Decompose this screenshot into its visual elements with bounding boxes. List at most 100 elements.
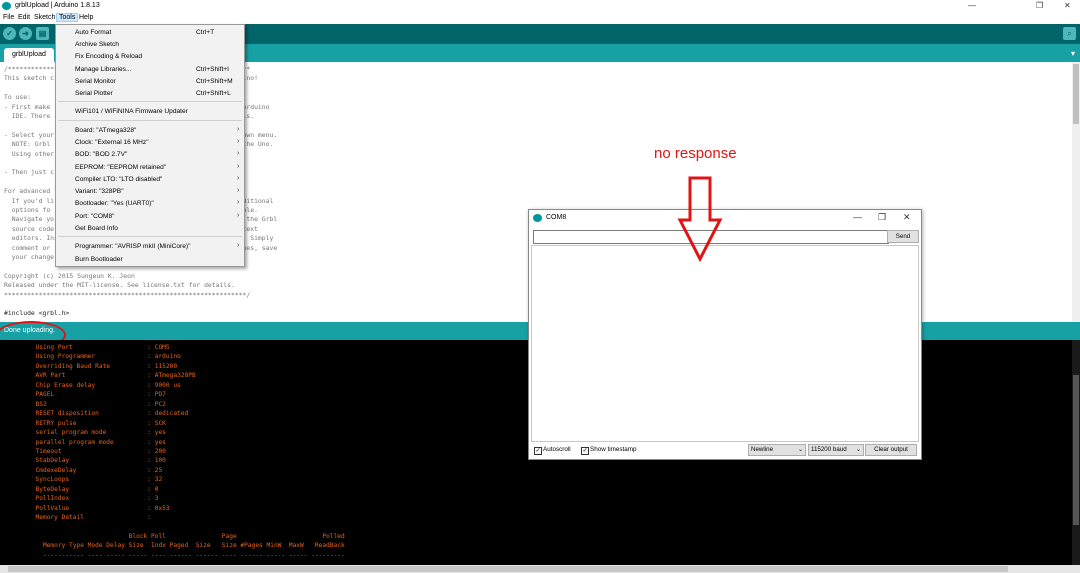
timestamp-checkbox[interactable]: ✓ <box>581 447 589 455</box>
submenu-arrow-icon: › <box>237 175 240 182</box>
menu-item-label: Manage Libraries... <box>75 66 132 73</box>
console-line: CmdexeDelay : 25 <box>2 466 163 474</box>
menu-sketch[interactable]: Sketch <box>32 13 57 22</box>
code-line: - Then just c <box>4 168 55 177</box>
arduino-logo-icon <box>2 2 11 10</box>
tools-menu-item[interactable]: Variant: "328PB" › <box>56 187 244 198</box>
console-line: Using Port : COM5 <box>2 344 170 351</box>
serial-monitor-title: COM8 <box>546 214 567 221</box>
console-line: AVR Part : ATmega328PB <box>2 372 196 380</box>
menu-item-label: Board: "ATmega328" <box>75 127 137 134</box>
tools-menu-item[interactable]: WiFi101 / WiFiNINA Firmware Updater <box>56 108 244 118</box>
autoscroll-checkbox[interactable]: ✓ <box>534 447 542 455</box>
code-line: Released under the MIT-license. See lice… <box>4 281 235 290</box>
console-line: Overriding Baud Rate : 115200 <box>2 362 178 370</box>
menu-help[interactable]: Help <box>77 13 95 22</box>
timestamp-label: Show timestamp <box>590 446 637 453</box>
tools-menu-item[interactable]: Manage Libraries... Ctrl+Shift+I <box>56 66 244 76</box>
console-line: RETRY pulse : SCK <box>2 419 166 427</box>
upload-button[interactable]: ➜ <box>19 27 32 40</box>
menu-tools[interactable]: Tools <box>56 13 79 22</box>
console-line: PollIndex : 3 <box>2 495 159 503</box>
tools-menu-item[interactable]: Compiler LTO: "LTO disabled" › <box>56 175 244 186</box>
tab-menu-icon[interactable]: ▾ <box>1071 49 1075 58</box>
menu-item-shortcut: Ctrl+Shift+L <box>196 90 231 97</box>
annotation-text: no response <box>654 145 737 162</box>
menu-item-label: Burn Bootloader <box>75 256 123 263</box>
tab-grblupload[interactable]: grblUpload <box>4 48 54 62</box>
arduino-logo-icon <box>533 214 542 222</box>
console-line: PollValue : 0x53 <box>2 504 170 512</box>
console-line: Block Poll Page Polled <box>2 533 345 540</box>
tools-menu-item[interactable]: Bootloader: "Yes (UART0)" › <box>56 199 244 210</box>
menu-item-shortcut: Ctrl+Shift+M <box>196 78 233 85</box>
serial-maximize-button[interactable]: ❐ <box>878 212 886 223</box>
menu-edit[interactable]: Edit <box>16 13 32 22</box>
window-title: grblUpload | Arduino 1.8.13 <box>15 2 100 9</box>
tools-menu: Auto Format Ctrl+T Archive Sketch Fix Encod… <box>55 24 245 267</box>
submenu-arrow-icon: › <box>237 138 240 145</box>
menu-item-label: EEPROM: "EEPROM retained" <box>75 164 167 171</box>
code-line: Copyright (c) 2015 Sungeun K. Jeon <box>4 271 135 280</box>
clear-output-button[interactable]: Clear output <box>865 444 917 456</box>
send-button[interactable]: Send <box>887 230 919 243</box>
tools-menu-item[interactable]: Archive Sketch <box>56 41 244 51</box>
menu-item-label: Auto Format <box>75 29 112 36</box>
tools-menu-item[interactable]: Port: "COM8" › <box>56 212 244 223</box>
tools-menu-item[interactable]: Board: "ATmega328" › <box>56 126 244 137</box>
menu-item-label: Bootloader: "Yes (UART0)" <box>75 200 154 207</box>
menu-item-label: BOD: "BOD 2.7V" <box>75 151 128 158</box>
annotation-arrow-icon <box>677 176 723 262</box>
menu-item-label: Variant: "328PB" <box>75 188 124 195</box>
serial-close-button[interactable]: ✕ <box>903 212 911 223</box>
menu-file[interactable]: File <box>1 13 16 22</box>
tools-menu-item[interactable]: Clock: "External 16 MHz" › <box>56 138 244 149</box>
submenu-arrow-icon: › <box>237 212 240 219</box>
console-line: StabDelay : 100 <box>2 457 166 465</box>
line-ending-select[interactable]: Newline ⌄ <box>748 444 806 456</box>
menu-item-label: Clock: "External 16 MHz" <box>75 139 149 146</box>
autoscroll-label: Autoscroll <box>543 446 571 453</box>
console-scrollbar-thumb[interactable] <box>1073 375 1079 525</box>
menu-item-shortcut: Ctrl+Shift+I <box>196 66 229 73</box>
menu-item-label: Archive Sketch <box>75 41 119 48</box>
console-line: BS2 : PC2 <box>2 400 166 408</box>
serial-output-area[interactable] <box>531 245 919 442</box>
minimize-button[interactable]: — <box>968 1 976 10</box>
tools-menu-item[interactable]: Burn Bootloader <box>56 256 244 266</box>
new-button[interactable]: ▤ <box>36 27 49 40</box>
code-line: #include <grbl.h> <box>4 309 70 318</box>
line-ending-value: Newline <box>751 446 774 453</box>
console-line: RESET disposition : dedicated <box>2 410 189 418</box>
submenu-arrow-icon: › <box>237 199 240 206</box>
tools-menu-item[interactable]: Serial Plotter Ctrl+Shift+L <box>56 90 244 100</box>
horizontal-scrollbar-thumb[interactable] <box>8 566 1008 572</box>
baud-rate-select[interactable]: 115200 baud ⌄ <box>808 444 864 456</box>
serial-monitor-button[interactable]: ⌕ <box>1063 27 1076 40</box>
tools-menu-item[interactable]: Programmer: "AVRISP mkII (MiniCore)" › <box>56 242 244 253</box>
tools-menu-item[interactable]: Fix Encoding & Reload <box>56 53 244 63</box>
submenu-arrow-icon: › <box>237 126 240 133</box>
maximize-button[interactable]: ❐ <box>1036 1 1043 10</box>
console-line: Using Programmer : arduino <box>2 353 181 361</box>
console-line: serial program mode : yes <box>2 429 166 437</box>
editor-scrollbar-thumb[interactable] <box>1073 64 1079 124</box>
tools-menu-item[interactable]: EEPROM: "EEPROM retained" › <box>56 163 244 174</box>
menu-item-shortcut: Ctrl+T <box>196 29 215 36</box>
tools-menu-item[interactable]: Get Board Info <box>56 225 244 235</box>
code-line: To use: <box>4 93 31 102</box>
verify-button[interactable]: ✓ <box>3 27 16 40</box>
serial-minimize-button[interactable]: — <box>853 212 862 222</box>
submenu-arrow-icon: › <box>237 163 240 170</box>
close-button[interactable]: ✕ <box>1064 1 1071 10</box>
menu-item-label: Get Board Info <box>75 225 118 232</box>
chevron-down-icon: ⌄ <box>855 447 861 453</box>
menu-item-label: Compiler LTO: "LTO disabled" <box>75 176 163 183</box>
tools-menu-item[interactable]: Auto Format Ctrl+T <box>56 29 244 39</box>
menu-item-label: Serial Monitor <box>75 78 116 85</box>
tools-menu-item[interactable]: BOD: "BOD 2.7V" › <box>56 150 244 161</box>
tools-menu-item[interactable]: Serial Monitor Ctrl+Shift+M <box>56 78 244 88</box>
code-line: For advanced <box>4 187 51 196</box>
baud-rate-value: 115200 baud <box>811 446 847 453</box>
menu-separator <box>58 236 242 237</box>
